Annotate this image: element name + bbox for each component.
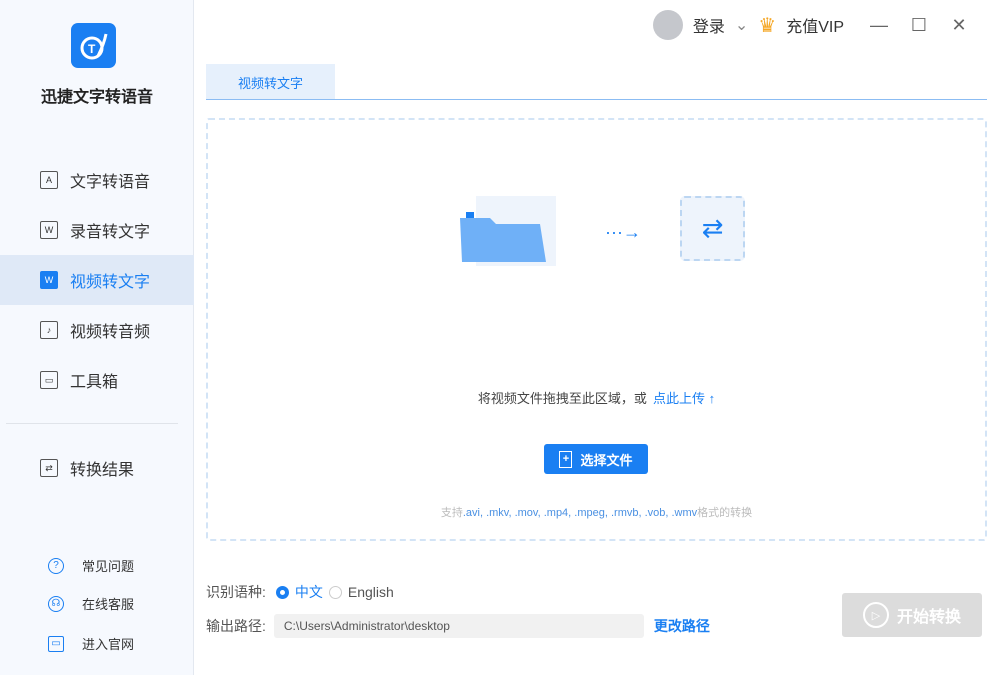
app-logo: T xyxy=(71,23,116,68)
sidebar-item-toolbox[interactable]: ▭ 工具箱 xyxy=(0,355,194,405)
folder-icon xyxy=(460,196,556,266)
nav-label: 视频转音频 xyxy=(70,324,151,341)
path-label: 输出路径: xyxy=(206,618,266,634)
sidebar-item-video-to-audio[interactable]: ♪ 视频转音频 xyxy=(0,305,194,355)
choose-label: 选择文件 xyxy=(580,452,633,468)
website-label: 进入官网 xyxy=(82,637,135,652)
drop-zone[interactable] xyxy=(206,118,987,541)
supported-formats: 支持.avi, .mkv, .mov, .mp4, .mpeg, .rmvb, … xyxy=(206,504,987,520)
close-icon[interactable]: ✕ xyxy=(944,15,974,36)
change-path-link[interactable]: 更改路径 xyxy=(654,616,710,636)
audio-text-icon: W xyxy=(40,221,58,239)
nav-label: 工具箱 xyxy=(70,374,119,391)
sidebar-item-video-to-text[interactable]: W 视频转文字 xyxy=(0,255,194,305)
lang-en-label[interactable]: English xyxy=(348,584,394,600)
faq-label: 常见问题 xyxy=(82,559,135,574)
crown-icon: ♛ xyxy=(758,14,777,37)
nav-label: 转换结果 xyxy=(70,462,135,479)
app-name: 迅捷文字转语音 xyxy=(40,89,153,106)
radio-chinese[interactable] xyxy=(275,585,289,599)
website-link[interactable]: ▭ 进入官网 xyxy=(48,634,134,653)
clipboard-icon: ⇄ xyxy=(40,459,58,477)
start-label: 开始转换 xyxy=(896,609,961,626)
maximize-icon[interactable]: ☐ xyxy=(904,15,934,36)
video-text-icon: W xyxy=(40,271,58,289)
start-convert-button[interactable]: ▷ 开始转换 xyxy=(842,593,982,637)
toolbox-icon: ▭ xyxy=(40,371,58,389)
fmt-list: .avi, .mkv, .mov, .mp4, .mpeg, .rmvb, .v… xyxy=(462,507,698,519)
arrow-up-icon: ↑ xyxy=(708,391,716,406)
radio-english[interactable] xyxy=(328,585,342,599)
question-icon: ? xyxy=(48,557,64,574)
lang-label: 识别语种: xyxy=(206,584,266,600)
nav-label: 录音转文字 xyxy=(70,224,151,241)
nav-label: 文字转语音 xyxy=(70,174,151,191)
nav-label: 视频转文字 xyxy=(70,274,151,291)
fmt-suffix: 格式的转换 xyxy=(697,507,753,519)
sidebar: T 迅捷文字转语音 A 文字转语音 W 录音转文字 W 视频转文字 ♪ 视频转音频 ▭ 工… xyxy=(0,0,194,675)
drop-hint: 将视频文件拖拽至此区域，或 点此上传 ↑ xyxy=(206,388,987,407)
chevron-down-icon[interactable]: ⌄ xyxy=(735,15,748,35)
language-row: 识别语种: 中文 English xyxy=(206,582,394,602)
divider xyxy=(6,423,178,424)
login-button[interactable]: 登录 xyxy=(693,13,725,37)
headset-icon: ☊ xyxy=(48,595,64,612)
minimize-icon[interactable]: — xyxy=(864,15,894,36)
tab-video-to-text[interactable]: 视频转文字 xyxy=(206,64,335,100)
faq-link[interactable]: ? 常见问题 xyxy=(48,556,134,575)
lang-zh-label[interactable]: 中文 xyxy=(295,582,323,602)
vip-button[interactable]: 充值VIP xyxy=(786,13,844,37)
choose-file-button[interactable]: + 选择文件 xyxy=(544,444,648,474)
play-icon: ▷ xyxy=(862,602,889,628)
avatar[interactable] xyxy=(652,10,683,40)
support-label: 在线客服 xyxy=(82,597,135,612)
sidebar-item-audio-to-text[interactable]: W 录音转文字 xyxy=(0,205,194,255)
sidebar-item-text-to-speech[interactable]: A 文字转语音 xyxy=(0,155,194,205)
support-link[interactable]: ☊ 在线客服 xyxy=(48,594,134,613)
video-audio-icon: ♪ xyxy=(40,321,58,339)
tab-underline xyxy=(206,99,987,100)
upload-label: 点此上传 xyxy=(652,391,705,406)
output-path-field[interactable]: C:\Users\Administrator\desktop xyxy=(273,614,644,638)
svg-text:T: T xyxy=(88,42,96,56)
hint-text: 将视频文件拖拽至此区域，或 xyxy=(477,391,647,406)
arrow-right-icon: ···→ xyxy=(605,222,641,242)
convert-icon: ⇄ xyxy=(680,196,745,261)
top-bar: 登录 ⌄ ♛ 充值VIP — ☐ ✕ xyxy=(652,10,974,40)
fmt-prefix: 支持 xyxy=(440,507,463,519)
text-speech-icon: A xyxy=(40,171,58,189)
upload-link[interactable]: 点此上传 ↑ xyxy=(653,391,715,406)
output-path-row: 输出路径: C:\Users\Administrator\desktop 更改路… xyxy=(206,614,710,638)
sidebar-item-results[interactable]: ⇄ 转换结果 xyxy=(0,443,194,493)
monitor-icon: ▭ xyxy=(48,635,64,652)
file-plus-icon: + xyxy=(559,450,573,468)
